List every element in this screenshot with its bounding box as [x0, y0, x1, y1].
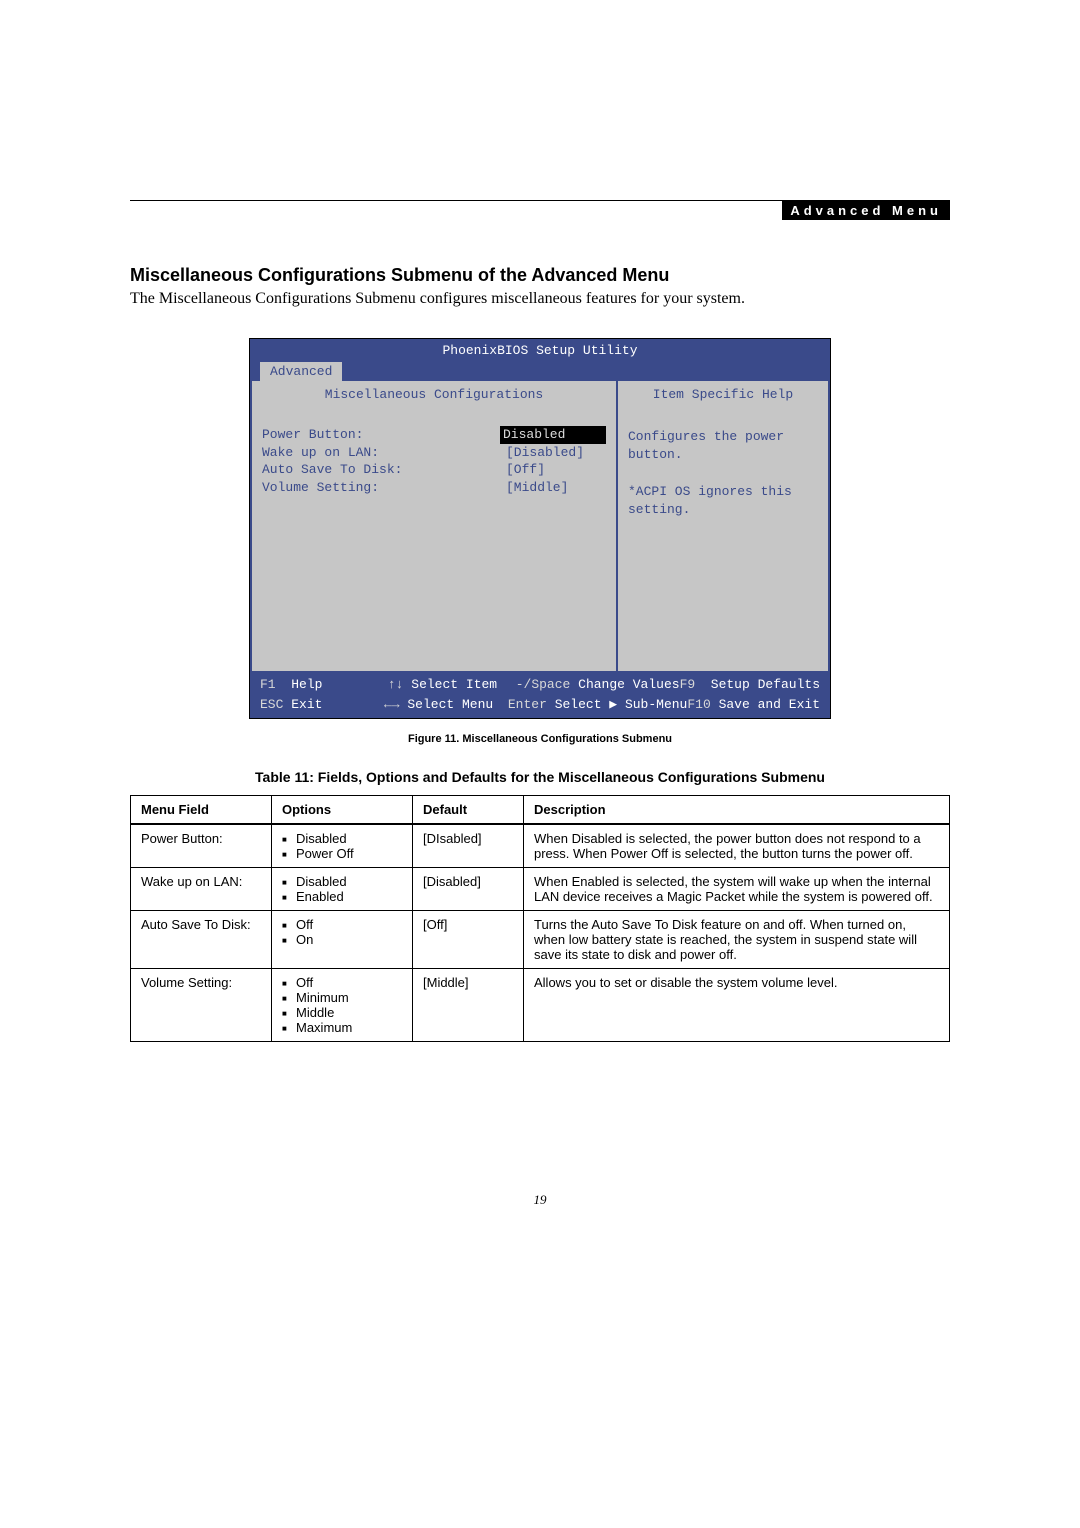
- option-item: On: [282, 932, 402, 947]
- table-caption: Table 11: Fields, Options and Defaults f…: [130, 769, 950, 785]
- bios-help-line1: Configures the power button.: [628, 428, 818, 464]
- cell-description: Allows you to set or disable the system …: [524, 969, 950, 1042]
- th-default: Default: [413, 796, 524, 825]
- figure-caption: Figure 11. Miscellaneous Configurations …: [130, 733, 950, 745]
- bios-window: PhoenixBIOS Setup Utility Advanced Misce…: [249, 338, 831, 719]
- cell-field: Auto Save To Disk:: [131, 911, 272, 969]
- bios-menubar: Advanced: [250, 362, 830, 381]
- bios-help-line2: *ACPI OS ignores this setting.: [628, 483, 818, 519]
- bios-keybar: F1 Help ↑↓ Select Item -/Space Change Va…: [250, 673, 830, 718]
- th-description: Description: [524, 796, 950, 825]
- page-number: 19: [130, 1192, 950, 1208]
- bios-setting-label: Auto Save To Disk:: [262, 461, 506, 479]
- bios-left-header: Miscellaneous Configurations: [262, 387, 606, 402]
- bios-help-panel: Item Specific Help Configures the power …: [618, 381, 828, 671]
- cell-options: OffMinimumMiddleMaximum: [272, 969, 413, 1042]
- option-item: Off: [282, 975, 402, 990]
- bios-setting-label: Wake up on LAN:: [262, 444, 506, 462]
- cell-description: When Disabled is selected, the power but…: [524, 824, 950, 868]
- bios-title: PhoenixBIOS Setup Utility: [250, 339, 830, 362]
- cell-default: [DIsabled]: [413, 824, 524, 868]
- cell-options: DisabledPower Off: [272, 824, 413, 868]
- option-item: Maximum: [282, 1020, 402, 1035]
- section-intro: The Miscellaneous Configurations Submenu…: [130, 290, 950, 308]
- option-item: Power Off: [282, 846, 402, 861]
- page-header: Advanced Menu: [130, 200, 950, 223]
- table-row: Volume Setting:OffMinimumMiddleMaximum[M…: [131, 969, 950, 1042]
- bios-settings-panel: Miscellaneous Configurations Power Butto…: [252, 381, 618, 671]
- table-row: Auto Save To Disk:OffOn[Off]Turns the Au…: [131, 911, 950, 969]
- bios-setting-label: Volume Setting:: [262, 479, 506, 497]
- cell-default: [Middle]: [413, 969, 524, 1042]
- cell-options: OffOn: [272, 911, 413, 969]
- option-item: Disabled: [282, 831, 402, 846]
- cell-field: Volume Setting:: [131, 969, 272, 1042]
- cell-default: [Off]: [413, 911, 524, 969]
- cell-field: Wake up on LAN:: [131, 868, 272, 911]
- bios-setting-row[interactable]: Power Button:Disabled: [262, 426, 606, 444]
- option-item: Disabled: [282, 874, 402, 889]
- bios-setting-value[interactable]: [Off]: [506, 461, 606, 479]
- bios-menu-advanced[interactable]: Advanced: [260, 362, 342, 381]
- bios-setting-row[interactable]: Wake up on LAN:[Disabled]: [262, 444, 606, 462]
- cell-default: [Disabled]: [413, 868, 524, 911]
- bios-setting-value[interactable]: [Middle]: [506, 479, 606, 497]
- bios-setting-value[interactable]: Disabled: [500, 426, 606, 444]
- header-tab: Advanced Menu: [782, 201, 950, 220]
- option-item: Minimum: [282, 990, 402, 1005]
- th-options: Options: [272, 796, 413, 825]
- cell-description: Turns the Auto Save To Disk feature on a…: [524, 911, 950, 969]
- bios-setting-row[interactable]: Volume Setting:[Middle]: [262, 479, 606, 497]
- cell-description: When Enabled is selected, the system wil…: [524, 868, 950, 911]
- bios-setting-label: Power Button:: [262, 426, 500, 444]
- option-item: Middle: [282, 1005, 402, 1020]
- table-row: Wake up on LAN:DisabledEnabled[Disabled]…: [131, 868, 950, 911]
- cell-field: Power Button:: [131, 824, 272, 868]
- option-item: Off: [282, 917, 402, 932]
- table-row: Power Button:DisabledPower Off[DIsabled]…: [131, 824, 950, 868]
- option-item: Enabled: [282, 889, 402, 904]
- cell-options: DisabledEnabled: [272, 868, 413, 911]
- bios-setting-value[interactable]: [Disabled]: [506, 444, 606, 462]
- bios-setting-row[interactable]: Auto Save To Disk:[Off]: [262, 461, 606, 479]
- bios-right-header: Item Specific Help: [628, 387, 818, 402]
- options-table: Menu Field Options Default Description P…: [130, 795, 950, 1042]
- th-field: Menu Field: [131, 796, 272, 825]
- section-heading: Miscellaneous Configurations Submenu of …: [130, 265, 950, 286]
